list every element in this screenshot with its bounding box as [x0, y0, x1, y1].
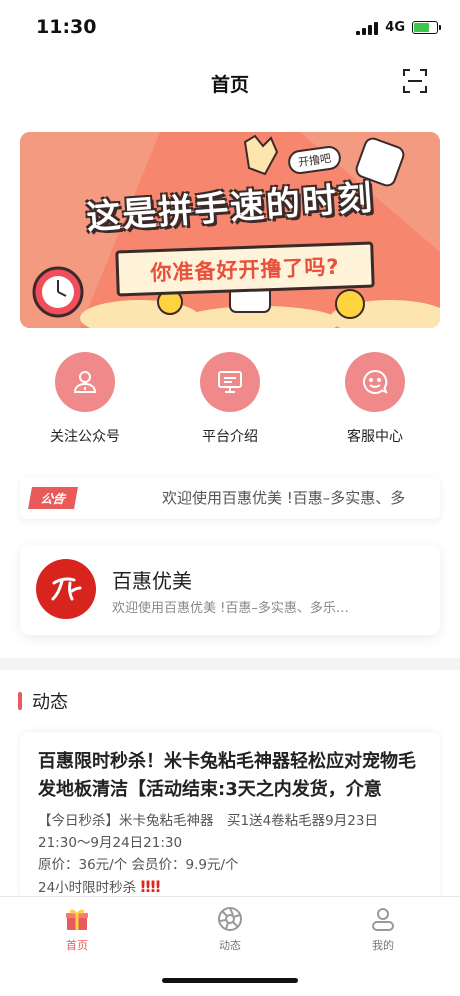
- quick-link-circle: [200, 352, 260, 412]
- feed-heading-bar: [18, 692, 22, 710]
- status-bar: 11:30 4G: [0, 0, 460, 56]
- signal-icon: [356, 21, 379, 35]
- tab-label: 首页: [66, 939, 88, 952]
- tab-label: 我的: [372, 939, 394, 952]
- feed-heading: 动态: [18, 688, 68, 714]
- notice-bar[interactable]: 公告 欢迎使用百惠优美 !百惠–多实惠、多: [20, 477, 440, 519]
- banner-subtitle-box: 你准备好开撸了吗?: [115, 241, 375, 297]
- feed-post[interactable]: 百惠限时秒杀！米卡兔粘毛神器轻松应对宠物毛发地板清洁【活动结束:3天之内发货，介…: [20, 732, 440, 900]
- brand-logo: [36, 559, 96, 619]
- quick-link-label: 平台介绍: [202, 429, 258, 445]
- feed-post-line-text: 24小时限时秒杀: [38, 880, 137, 896]
- quick-link-circle: [55, 352, 115, 412]
- home-indicator: [162, 978, 298, 983]
- feed-post-line: 原价：36元/个 会员价：9.9元/个: [38, 857, 239, 873]
- quick-link-platform-intro[interactable]: 平台介绍: [170, 352, 290, 446]
- brand-logo-mark: [51, 577, 82, 601]
- feed-section: 动态 百惠限时秒杀！米卡兔粘毛神器轻松应对宠物毛发地板清洁【活动结束:3天之内发…: [0, 670, 460, 900]
- quick-links: 关注公众号 平台介绍 客服中心: [0, 352, 460, 448]
- gift-icon: [66, 909, 88, 930]
- tab-mine[interactable]: 我的: [333, 905, 433, 953]
- feed-post-line: 21:30～9月24日21:30: [38, 835, 183, 851]
- status-time: 11:30: [36, 16, 97, 38]
- tab-feed[interactable]: 动态: [180, 905, 280, 953]
- quick-link-follow-account[interactable]: 关注公众号: [25, 352, 145, 446]
- exclamation-icon: ‼‼: [140, 877, 161, 896]
- promo-banner[interactable]: 开撸吧 这是拼手速的时刻 你准备好开撸了吗?: [20, 132, 440, 328]
- tab-home[interactable]: 首页: [27, 905, 127, 953]
- brand-name: 百惠优美: [112, 569, 192, 593]
- notice-tag: 公告: [28, 487, 78, 509]
- user-icon: [73, 371, 97, 393]
- monitor-icon: [218, 371, 242, 393]
- banner-subtitle: 你准备好开撸了吗?: [150, 254, 340, 286]
- tab-label: 动态: [219, 939, 241, 952]
- battery-icon: [412, 21, 441, 34]
- brand-description: 欢迎使用百惠优美 !百惠–多实惠、多乐…: [112, 601, 349, 616]
- page-title: 首页: [210, 74, 249, 96]
- feed-heading-title: 动态: [32, 692, 68, 713]
- notice-text: 欢迎使用百惠优美 !百惠–多实惠、多: [162, 489, 406, 507]
- smile-icon: [363, 369, 388, 394]
- banner-decoration: [20, 132, 440, 328]
- quick-link-label: 关注公众号: [50, 429, 120, 445]
- quick-link-circle: [345, 352, 405, 412]
- quick-link-customer-service[interactable]: 客服中心: [315, 352, 435, 446]
- feed-post-title: 百惠限时秒杀！米卡兔粘毛神器轻松应对宠物毛发地板清洁【活动结束:3天之内发货，介…: [38, 751, 416, 800]
- quick-link-label: 客服中心: [347, 429, 403, 445]
- nav-bar: 首页: [0, 56, 460, 110]
- scan-icon[interactable]: [402, 68, 428, 94]
- network-type: 4G: [385, 20, 405, 35]
- brand-card[interactable]: 百惠优美 欢迎使用百惠优美 !百惠–多实惠、多乐…: [20, 545, 440, 635]
- profile-icon: [372, 908, 394, 931]
- feed-post-line: 【今日秒杀】米卡兔粘毛神器 买1送4卷粘毛器9月23日: [38, 813, 378, 829]
- status-indicators: 4G: [356, 20, 441, 35]
- aperture-icon: [218, 907, 242, 931]
